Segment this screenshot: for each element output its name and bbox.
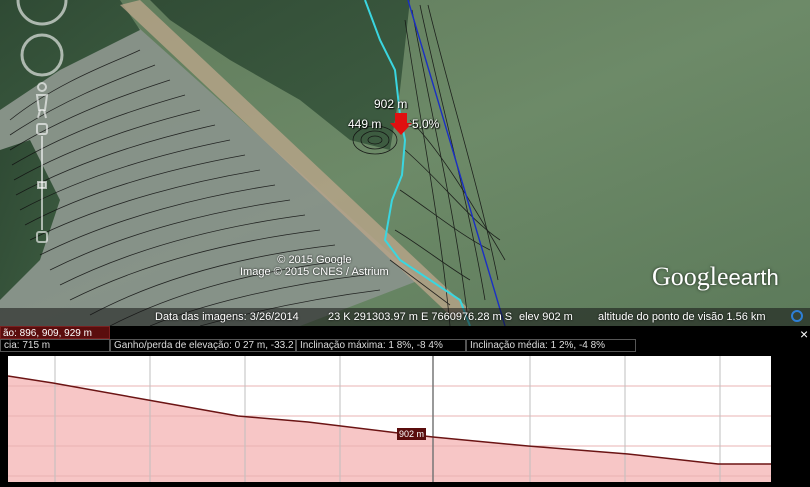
stat-distance: cia: 715 m bbox=[0, 339, 110, 352]
navigation-controls-icon[interactable] bbox=[0, 0, 70, 260]
elevation-readout: elev 902 m bbox=[519, 311, 573, 323]
eye-altitude-readout: altitude do ponto de visão 1.56 km bbox=[598, 311, 766, 323]
profile-marker-label: 902 m bbox=[397, 428, 427, 440]
map-view[interactable]: 902 m 449 m -5.0% © 2015 Google Image © … bbox=[0, 0, 810, 326]
coordinates-readout: 23 K 291303.97 m E 7660976.28 m S bbox=[328, 311, 513, 323]
elevation-profile-chart[interactable]: 902 m bbox=[7, 356, 771, 482]
imagery-credit: © 2015 Google Image © 2015 CNES / Astriu… bbox=[240, 254, 389, 278]
point-elevation-label: 902 m bbox=[374, 97, 408, 111]
stat-gain-loss: Ganho/perda de elevação: 0 27 m, -33.2 m bbox=[110, 339, 296, 352]
loading-indicator-icon bbox=[791, 310, 803, 322]
profile-fill bbox=[8, 376, 771, 482]
profile-graph bbox=[7, 356, 771, 482]
profile-stats-row: cia: 715 m Ganho/perda de elevação: 0 27… bbox=[0, 339, 810, 352]
elevation-range-label: ão: 896, 909, 929 m bbox=[0, 326, 110, 339]
status-bar: Data das imagens: 3/26/2014 23 K 291303.… bbox=[0, 308, 810, 326]
stat-max-slope: Inclinação máxima: 1 8%, -8 4% bbox=[296, 339, 466, 352]
point-slope-label: -5.0% bbox=[408, 117, 440, 131]
elevation-profile-panel: ão: 896, 909, 929 m cia: 715 m Ganho/per… bbox=[0, 326, 810, 482]
imagery-date: Data das imagens: 3/26/2014 bbox=[155, 311, 299, 323]
google-earth-logo: Googleearth bbox=[652, 262, 779, 291]
point-distance-label: 449 m bbox=[348, 117, 382, 131]
stat-avg-slope: Inclinação média: 1 2%, -4 8% bbox=[466, 339, 636, 352]
close-icon[interactable]: × bbox=[800, 326, 808, 342]
